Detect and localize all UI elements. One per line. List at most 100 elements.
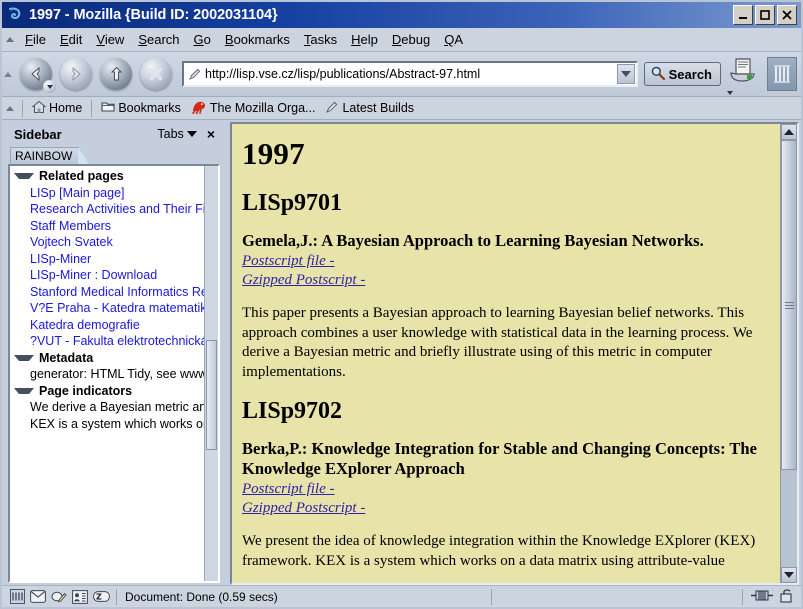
- sidebar-tree: Related pages LISp [Main page] Research Ac…: [10, 166, 204, 581]
- sidebar-splitter[interactable]: [222, 122, 228, 585]
- back-arrow-icon: [31, 67, 40, 81]
- sidebar-link[interactable]: LISp-Miner : Download: [10, 267, 204, 284]
- reload-button[interactable]: [98, 56, 134, 92]
- print-icon: [730, 58, 755, 82]
- minimize-button[interactable]: [733, 5, 753, 25]
- sidebar-text-item: We derive a Bayesian metric and: [30, 400, 204, 414]
- url-input[interactable]: http://lisp.vse.cz/lisp/publications/Abs…: [203, 67, 617, 81]
- scrollbar-thumb[interactable]: [781, 140, 797, 470]
- sidebar-content-panel: Related pages LISp [Main page] Research Ac…: [8, 164, 220, 583]
- personal-toolbar: Home Bookmarks The Mozilla Orga... Lates…: [2, 97, 801, 120]
- bookmark-pencil-icon: [325, 100, 339, 117]
- sidebar-close-button[interactable]: ×: [207, 126, 215, 142]
- scroll-up-button[interactable]: [781, 124, 797, 140]
- sidebar-group-label: Page indicators: [39, 383, 133, 398]
- sidebar-group-related-pages[interactable]: Related pages: [10, 168, 204, 185]
- composer-icon[interactable]: Z: [93, 590, 110, 603]
- download-link[interactable]: Gzipped Postscript -: [242, 499, 768, 518]
- menu-go[interactable]: Go: [187, 30, 218, 49]
- print-button[interactable]: [727, 56, 765, 95]
- sidebar-group-page-indicators[interactable]: Page indicators: [10, 383, 204, 400]
- svg-text:Z: Z: [96, 593, 102, 602]
- home-icon: [31, 100, 47, 117]
- close-button[interactable]: [777, 5, 797, 25]
- sidebar-group-label: Metadata: [39, 350, 94, 365]
- sidebar-link[interactable]: Research Activities and Their Fin: [10, 201, 204, 218]
- sidebar-text-item: generator: HTML Tidy, see www: [30, 367, 204, 381]
- entry-id-heading: LISp9702: [242, 398, 343, 424]
- sidebar-link[interactable]: Vojtech Svatek: [10, 234, 204, 251]
- sidebar-link[interactable]: Stanford Medical Informatics Rep: [10, 284, 204, 301]
- status-component-icons: Z: [4, 589, 116, 604]
- url-dropdown-button[interactable]: [616, 64, 635, 84]
- sidebar-tab-rainbow[interactable]: RAINBOW: [10, 147, 90, 164]
- addressbook-icon[interactable]: [72, 589, 88, 604]
- sidebar-header: Sidebar Tabs ×: [4, 122, 222, 146]
- search-button[interactable]: Search: [643, 62, 721, 86]
- menu-file[interactable]: File: [18, 30, 53, 49]
- menu-tasks[interactable]: Tasks: [297, 30, 344, 49]
- menu-search[interactable]: Search: [131, 30, 186, 49]
- twisty-open-icon[interactable]: [14, 387, 34, 394]
- title-bar: 1997 - Mozilla {Build ID: 2002031104}: [2, 2, 801, 28]
- sidebar-tabs-label: Tabs: [157, 127, 184, 141]
- scroll-down-button[interactable]: [781, 567, 797, 583]
- menu-bookmarks[interactable]: Bookmarks: [218, 30, 297, 49]
- url-bar[interactable]: http://lisp.vse.cz/lisp/publications/Abs…: [182, 61, 638, 87]
- entry-abstract: This paper presents a Bayesian approach …: [242, 305, 753, 380]
- chevron-down-icon: [186, 131, 197, 137]
- menubar-grip[interactable]: [6, 31, 14, 49]
- download-link[interactable]: Postscript file -: [242, 252, 768, 271]
- sidebar-link[interactable]: LISp [Main page]: [10, 185, 204, 202]
- personal-item-bookmarks[interactable]: Bookmarks: [96, 99, 186, 117]
- reload-icon: [110, 66, 123, 81]
- stop-button[interactable]: [138, 56, 174, 92]
- compose-icon[interactable]: [51, 590, 67, 604]
- personal-item-latest-builds[interactable]: Latest Builds: [320, 99, 419, 118]
- sidebar-group-metadata[interactable]: Metadata: [10, 350, 204, 367]
- security-lock-icon[interactable]: [779, 588, 795, 606]
- sidebar-link[interactable]: ?VUT - Fakulta elektrotechnická: [10, 333, 204, 350]
- twisty-open-icon[interactable]: [14, 173, 34, 180]
- content-vertical-scrollbar[interactable]: [780, 124, 797, 583]
- mozilla-m-icon[interactable]: [10, 589, 25, 604]
- menu-help[interactable]: Help: [344, 30, 385, 49]
- download-link[interactable]: Gzipped Postscript -: [242, 271, 768, 290]
- sidebar-link[interactable]: LISp-Miner: [10, 251, 204, 268]
- personal-item-mozilla-org[interactable]: The Mozilla Orga...: [186, 99, 321, 118]
- twisty-open-icon[interactable]: [14, 354, 34, 361]
- personal-item-label: The Mozilla Orga...: [209, 101, 316, 115]
- forward-button[interactable]: [58, 56, 94, 92]
- sidebar-link[interactable]: V?E Praha - Katedra matematiky: [10, 300, 204, 317]
- web-page-document: 1997 LISp9701 Gemela,J.: A Bayesian Approa…: [232, 124, 780, 583]
- mail-icon[interactable]: [30, 590, 46, 603]
- menu-view[interactable]: View: [89, 30, 131, 49]
- sidebar-tabs-menu[interactable]: Tabs: [157, 127, 197, 141]
- maximize-button[interactable]: [755, 5, 775, 25]
- page-pencil-icon: [187, 67, 203, 81]
- entry-title: Berka,P.: Knowledge Integration for Stab…: [242, 439, 757, 478]
- search-button-label: Search: [668, 66, 712, 82]
- toolbar-separator: [91, 99, 93, 117]
- sidebar-scrollbar-thumb[interactable]: [206, 340, 217, 451]
- sidebar-link[interactable]: Staff Members: [10, 218, 204, 235]
- back-button[interactable]: [18, 56, 56, 93]
- status-divider: [491, 588, 492, 605]
- download-link[interactable]: Postscript file -: [242, 480, 768, 499]
- menu-edit[interactable]: Edit: [53, 30, 89, 49]
- personal-item-home[interactable]: Home: [27, 99, 87, 118]
- content-area: 1997 LISp9701 Gemela,J.: A Bayesian Approa…: [230, 122, 799, 585]
- scrollbar-track[interactable]: [781, 140, 797, 567]
- sidebar-link[interactable]: Katedra demografie: [10, 317, 204, 334]
- mozilla-m-icon[interactable]: [767, 57, 797, 91]
- menu-debug[interactable]: Debug: [385, 30, 437, 49]
- stop-icon: [149, 67, 163, 81]
- sidebar-vertical-scrollbar[interactable]: [204, 166, 218, 581]
- navbar-grip[interactable]: [4, 54, 12, 94]
- personalbar-grip[interactable]: [6, 99, 14, 117]
- back-history-dropdown[interactable]: [43, 80, 56, 93]
- menu-qa[interactable]: QA: [437, 30, 470, 49]
- print-dropdown[interactable]: [727, 91, 765, 95]
- entry-abstract: We present the idea of knowledge integra…: [242, 533, 756, 569]
- offline-icon[interactable]: [751, 589, 773, 605]
